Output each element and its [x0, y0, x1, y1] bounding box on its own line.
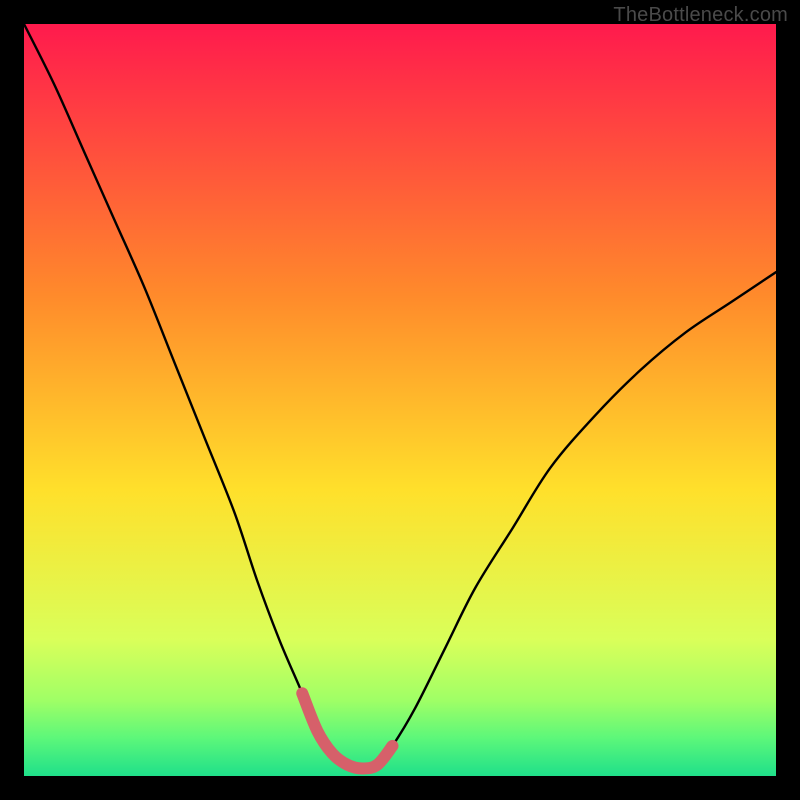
bottleneck-chart — [24, 24, 776, 776]
watermark-text: TheBottleneck.com — [613, 4, 788, 27]
chart-frame — [24, 24, 776, 776]
gradient-background — [24, 24, 776, 776]
